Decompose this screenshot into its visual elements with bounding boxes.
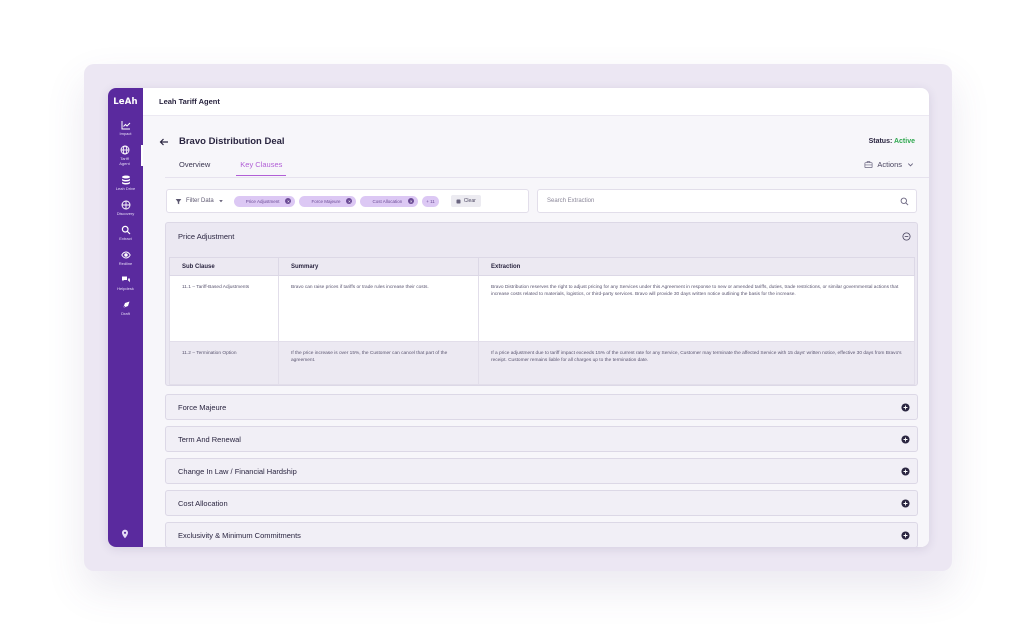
clause-row-exclusivity[interactable]: Exclusivity & Minimum Commitments [165, 522, 918, 547]
actions-label: Actions [877, 160, 902, 169]
column-header: Summary [278, 257, 479, 276]
deal-header: Bravo Distribution Deal [159, 136, 285, 147]
sidebar-item-helpdesk[interactable]: Helpdesk [108, 275, 143, 291]
close-icon[interactable]: × [346, 198, 353, 204]
search-placeholder: Search Extraction [547, 198, 595, 204]
extraction-cell: If a price adjustment due to tariff impa… [478, 341, 915, 385]
filter-dropdown[interactable]: Filter Data [175, 198, 224, 205]
clause-title: Term And Renewal [178, 434, 241, 444]
sidebar-item-label: Leah Drive [115, 186, 136, 191]
expand-icon[interactable] [901, 403, 910, 412]
clause-panel-price-adjustment: Price Adjustment Sub Clause Summary Extr… [165, 222, 918, 386]
table-header-row: Sub Clause Summary Extraction [169, 257, 915, 276]
page-title: Bravo Distribution Deal [179, 136, 285, 147]
tab-bar: Overview Key Clauses [179, 160, 316, 176]
clause-title: Exclusivity & Minimum Commitments [178, 530, 301, 540]
clause-row-change-in-law[interactable]: Change In Law / Financial Hardship [165, 458, 918, 484]
sub-clause-cell: 11.1 – Tariff-Based Adjustments [169, 275, 279, 342]
sidebar-item-tariff-agent[interactable]: Tariff Agent [108, 145, 143, 166]
chart-line-icon [121, 121, 130, 130]
summary-cell: If the price increase is over 15%, the C… [278, 341, 479, 385]
tab-key-clauses[interactable]: Key Clauses [236, 160, 287, 176]
filter-chip-label: Price Adjustment [245, 198, 280, 204]
back-arrow-icon[interactable] [159, 137, 169, 147]
app-title: Leah Tariff Agent [159, 97, 220, 106]
actions-button[interactable]: Actions [864, 160, 915, 169]
clause-title: Change In Law / Financial Hardship [178, 466, 297, 476]
clause-row-cost-allocation[interactable]: Cost Allocation [165, 490, 918, 516]
sidebar-item-label: Draft [121, 311, 130, 316]
location-pin-icon[interactable] [120, 529, 130, 539]
search-icon[interactable] [900, 197, 909, 206]
sidebar-item-extract[interactable]: Extract [108, 225, 143, 241]
sub-clause-cell: 11.2 – Termination Option [169, 341, 279, 385]
close-icon[interactable]: × [285, 198, 292, 204]
table-row: 11.2 – Termination Option If the price i… [169, 341, 915, 385]
filter-bar: Filter Data Price Adjustment × Force Maj… [166, 189, 529, 213]
close-icon[interactable]: × [408, 198, 415, 204]
app-window: LeAh Impact Tariff Agent Leah Drive Disc… [108, 88, 929, 547]
search-extraction-input[interactable]: Search Extraction [537, 189, 917, 213]
sidebar-item-label: Discovery [116, 211, 135, 216]
extraction-cell: Bravo Distribution reserves the right to… [478, 275, 915, 342]
filter-chip-label: Cost Allocation [372, 198, 403, 204]
caret-down-icon [218, 200, 223, 203]
sidebar-item-discovery[interactable]: Discovery [108, 200, 143, 216]
clause-title: Cost Allocation [178, 498, 228, 508]
filter-chip[interactable]: Force Majeure × [299, 195, 357, 207]
sidebar-item-label: Helpdesk [117, 286, 134, 291]
summary-cell: Bravo can raise prices if tariffs or tra… [278, 275, 479, 342]
clause-row-term-and-renewal[interactable]: Term And Renewal [165, 426, 918, 452]
status-label: Status: [868, 138, 893, 145]
clause-table: Sub Clause Summary Extraction 11.1 – Tar… [169, 257, 915, 385]
sidebar-item-label: Impact [119, 131, 132, 136]
clear-icon [456, 199, 461, 203]
more-filters-chip[interactable]: + 11 [422, 195, 439, 207]
filter-label: Filter Data [186, 198, 214, 204]
globe-grid-icon [121, 200, 130, 210]
clear-filters-button[interactable]: Clear [450, 195, 481, 207]
clause-title[interactable]: Price Adjustment [178, 232, 234, 241]
database-icon [121, 175, 130, 185]
status-value: Active [893, 138, 915, 145]
sidebar-item-label: Redline [118, 261, 133, 266]
filter-chip-label: Force Majeure [311, 198, 341, 204]
clear-label: Clear [463, 198, 476, 204]
tab-overview[interactable]: Overview [179, 160, 210, 176]
collapse-icon[interactable] [902, 232, 911, 241]
chevron-down-icon [907, 163, 914, 167]
app-logo[interactable]: LeAh [113, 97, 138, 107]
clause-title: Force Majeure [178, 402, 227, 412]
expand-icon[interactable] [901, 531, 910, 540]
column-header: Sub Clause [169, 257, 279, 276]
search-icon [121, 225, 130, 235]
eye-icon [120, 251, 131, 259]
clause-row-force-majeure[interactable]: Force Majeure [165, 394, 918, 420]
filter-chip[interactable]: Price Adjustment × [233, 195, 296, 207]
globe-icon [120, 145, 129, 155]
sidebar: LeAh Impact Tariff Agent Leah Drive Disc… [108, 88, 143, 547]
main-content: Bravo Distribution Deal Status: Active O… [143, 116, 929, 547]
table-row: 11.1 – Tariff-Based Adjustments Bravo ca… [169, 275, 915, 342]
sidebar-item-leah-drive[interactable]: Leah Drive [108, 175, 143, 191]
expand-icon[interactable] [901, 499, 910, 508]
filter-icon [175, 198, 182, 204]
filter-chip[interactable]: Cost Allocation × [360, 195, 419, 207]
status-badge: Status: Active [869, 138, 915, 145]
pen-nib-icon [121, 301, 129, 309]
app-title-bar: Leah Tariff Agent [143, 88, 929, 116]
sidebar-item-impact[interactable]: Impact [108, 120, 143, 136]
sidebar-item-draft[interactable]: Draft [108, 300, 143, 316]
tab-divider [165, 177, 929, 178]
expand-icon[interactable] [901, 467, 910, 476]
sidebar-item-label: Tariff Agent [119, 156, 130, 166]
chat-icon [121, 276, 130, 283]
sidebar-item-label: Extract [119, 236, 132, 241]
column-header: Extraction [478, 257, 915, 276]
sidebar-item-redline[interactable]: Redline [108, 250, 143, 266]
briefcase-icon [864, 161, 873, 169]
expand-icon[interactable] [901, 435, 910, 444]
